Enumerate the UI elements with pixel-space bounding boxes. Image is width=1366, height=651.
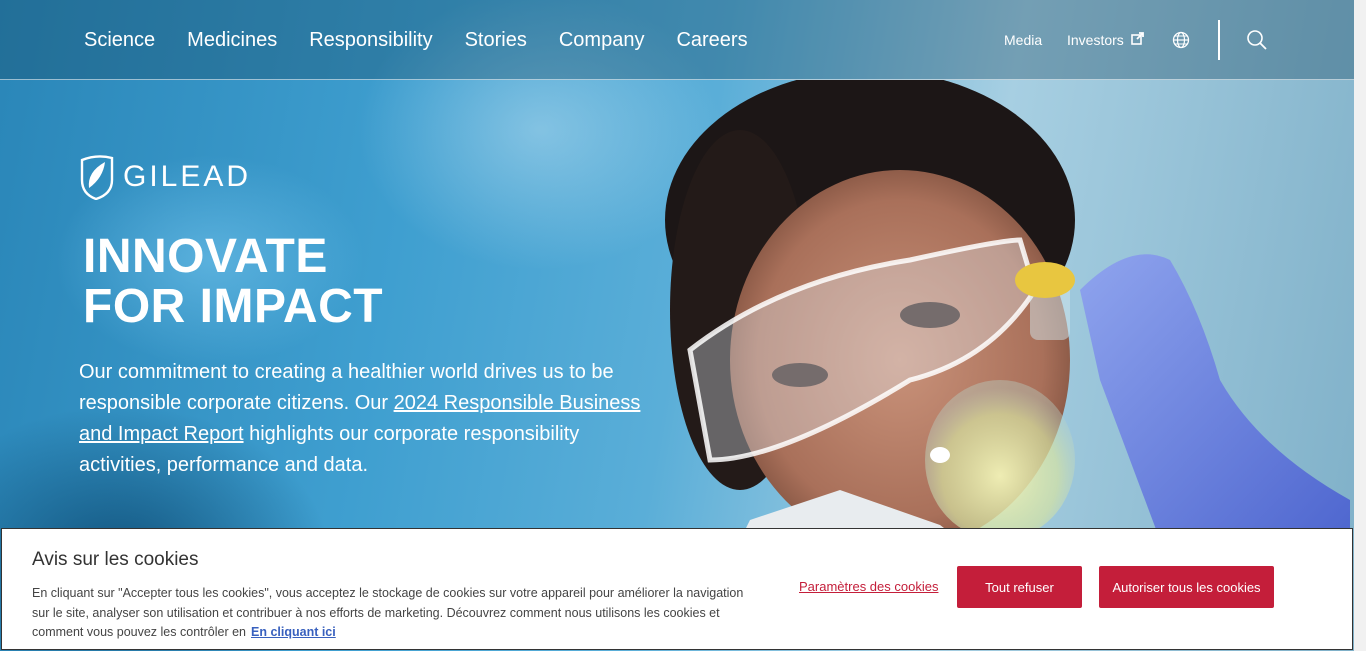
globe-icon[interactable] <box>1171 30 1191 50</box>
main-nav: Science Medicines Responsibility Stories… <box>84 0 780 80</box>
nav-divider <box>1218 20 1220 60</box>
top-navigation: Science Medicines Responsibility Stories… <box>0 0 1354 80</box>
cookie-banner: Avis sur les cookies En cliquant sur "Ac… <box>1 528 1353 650</box>
gilead-leaf-icon <box>80 155 114 200</box>
cookie-body: En cliquant sur "Accepter tous les cooki… <box>32 584 752 643</box>
scrollbar[interactable] <box>1354 0 1366 651</box>
nav-item-stories[interactable]: Stories <box>465 29 527 52</box>
media-link[interactable]: Media <box>1004 32 1042 48</box>
utility-nav: Media Investors <box>994 0 1354 80</box>
cookie-settings-link[interactable]: Paramètres des cookies <box>799 579 938 594</box>
nav-item-careers[interactable]: Careers <box>676 29 747 52</box>
cookie-body-text: En cliquant sur "Accepter tous les cooki… <box>32 586 744 639</box>
headline-line-1: INNOVATE <box>83 230 328 283</box>
hero-image <box>665 80 1350 540</box>
nav-item-company[interactable]: Company <box>559 29 645 52</box>
cookie-title: Avis sur les cookies <box>32 549 199 570</box>
refuse-all-button[interactable]: Tout refuser <box>957 566 1082 608</box>
brand-name: GILEAD <box>123 160 252 193</box>
nav-item-science[interactable]: Science <box>84 29 155 52</box>
investors-label: Investors <box>1067 32 1124 48</box>
accept-all-button[interactable]: Autoriser tous les cookies <box>1099 566 1274 608</box>
search-icon[interactable] <box>1246 29 1268 51</box>
nav-item-responsibility[interactable]: Responsibility <box>309 29 432 52</box>
investors-link[interactable]: Investors <box>1067 32 1144 48</box>
gilead-logo[interactable]: GILEAD <box>79 154 251 200</box>
external-link-icon <box>1130 32 1144 45</box>
hero-headline: INNOVATE FOR IMPACT <box>83 232 383 332</box>
cookie-policy-link[interactable]: En cliquant ici <box>251 625 336 639</box>
headline-line-2: FOR IMPACT <box>83 280 384 333</box>
hero-intro: Our commitment to creating a healthier w… <box>79 357 659 481</box>
nav-item-medicines[interactable]: Medicines <box>187 29 277 52</box>
